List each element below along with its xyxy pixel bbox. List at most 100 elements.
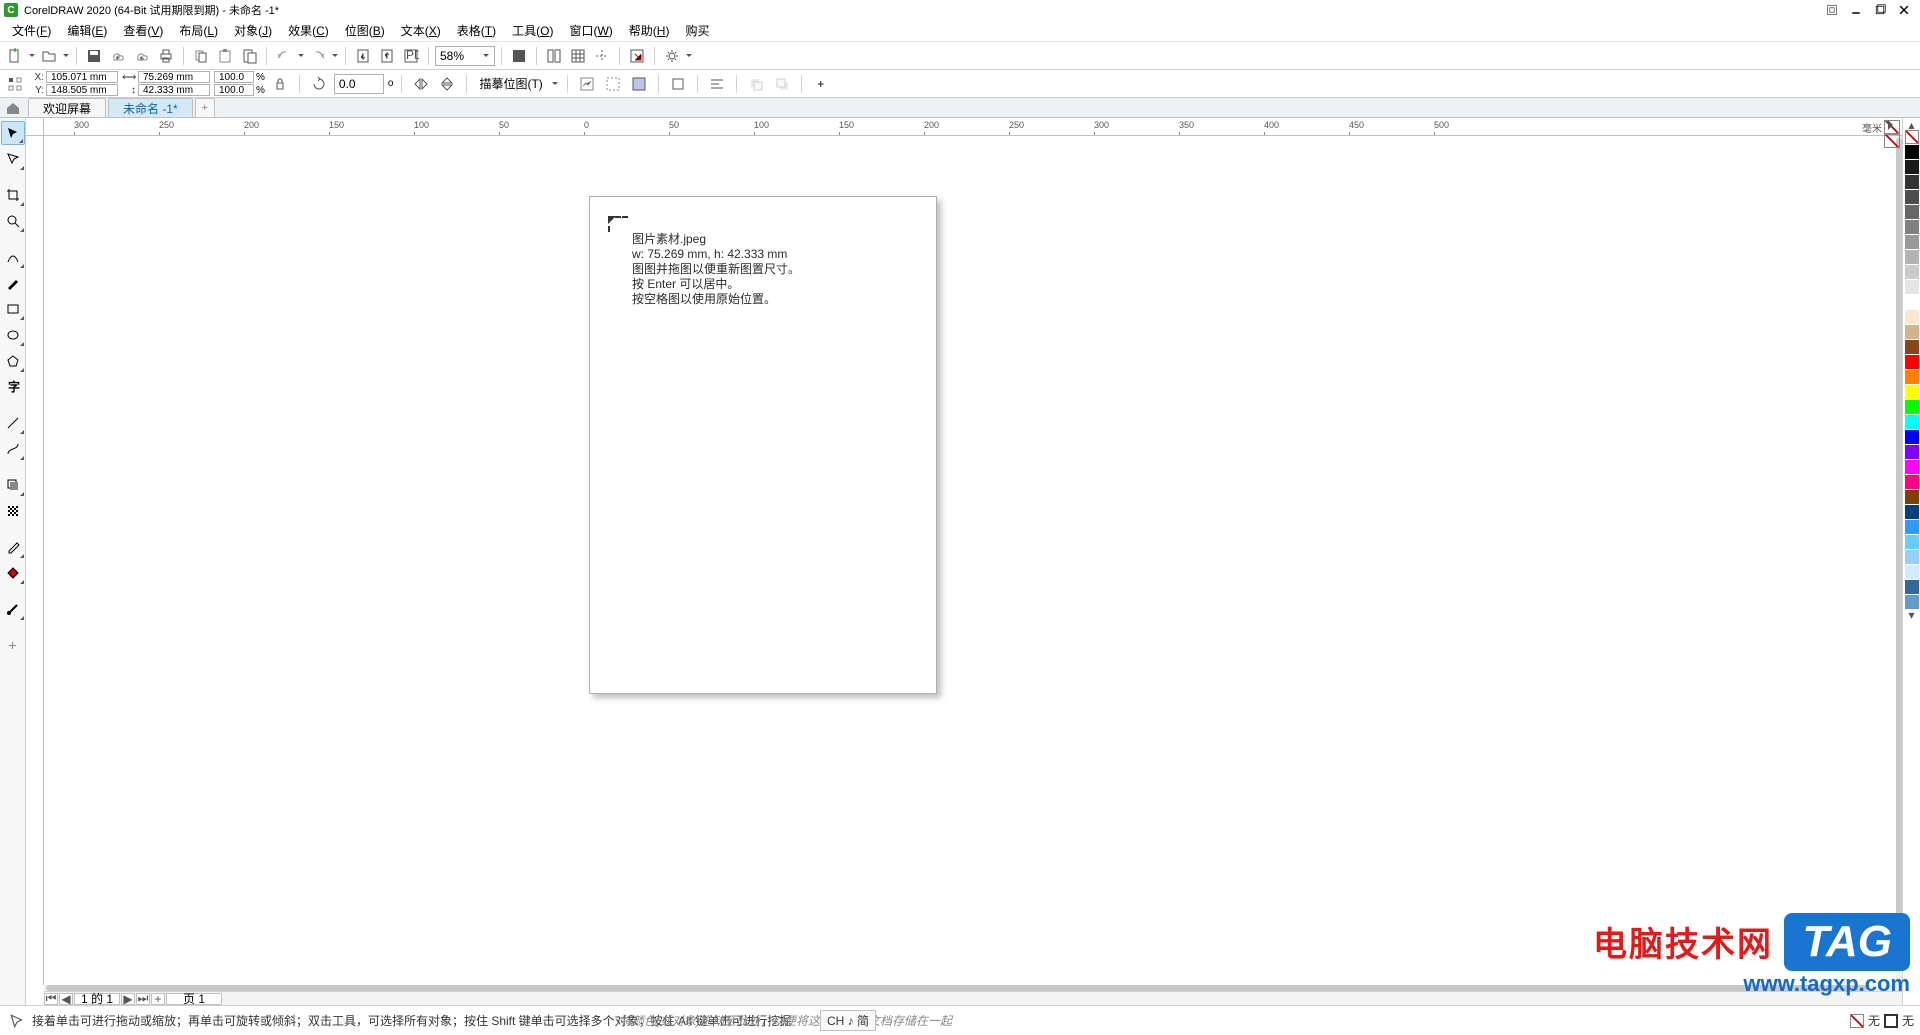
x-position[interactable] bbox=[46, 71, 118, 83]
parallel-dimension-tool[interactable] bbox=[1, 411, 25, 435]
no-color-swatch[interactable] bbox=[1905, 130, 1919, 144]
home-icon[interactable] bbox=[4, 100, 22, 116]
color-swatch[interactable] bbox=[1905, 415, 1919, 429]
add-prop-button[interactable]: + bbox=[810, 73, 832, 95]
zoom-tool[interactable] bbox=[1, 209, 25, 233]
undo-dropdown[interactable] bbox=[297, 51, 305, 60]
crop-bitmap-button[interactable] bbox=[628, 73, 650, 95]
outline-indicator[interactable] bbox=[1884, 1014, 1898, 1028]
grid-button[interactable] bbox=[567, 45, 589, 67]
scale-y[interactable] bbox=[214, 84, 254, 96]
color-swatch[interactable] bbox=[1905, 340, 1919, 354]
v-scrollbar[interactable] bbox=[1896, 136, 1902, 985]
save-button[interactable] bbox=[83, 45, 105, 67]
pick-tool[interactable] bbox=[1, 121, 25, 145]
page-next[interactable]: ▶ bbox=[121, 993, 135, 1005]
new-dropdown[interactable] bbox=[28, 51, 36, 60]
scale-x[interactable] bbox=[214, 71, 254, 83]
object-origin-button[interactable] bbox=[4, 73, 26, 95]
color-swatch[interactable] bbox=[1905, 490, 1919, 504]
palette-flyout[interactable] bbox=[1888, 118, 1898, 132]
mirror-v-button[interactable] bbox=[436, 73, 458, 95]
text-tool[interactable]: 字 bbox=[1, 375, 25, 399]
add-tool-button[interactable]: + bbox=[1, 633, 25, 657]
object-width[interactable] bbox=[138, 71, 210, 83]
color-swatch[interactable] bbox=[1905, 475, 1919, 489]
menu-表格[interactable]: 表格(T) bbox=[449, 20, 504, 41]
order-back-button[interactable] bbox=[771, 73, 793, 95]
color-swatch[interactable] bbox=[1905, 160, 1919, 174]
align-button[interactable] bbox=[706, 73, 728, 95]
fill-indicator[interactable] bbox=[1850, 1014, 1864, 1028]
color-swatch[interactable] bbox=[1905, 505, 1919, 519]
polygon-tool[interactable] bbox=[1, 349, 25, 373]
options-dropdown[interactable] bbox=[685, 51, 693, 60]
color-swatch[interactable] bbox=[1905, 445, 1919, 459]
close-button[interactable] bbox=[1893, 1, 1915, 19]
horizontal-ruler[interactable]: 毫米 3002502001501005005010015020025030035… bbox=[44, 118, 1902, 136]
menu-文件[interactable]: 文件(F) bbox=[4, 20, 59, 41]
color-swatch[interactable] bbox=[1905, 325, 1919, 339]
color-swatch[interactable] bbox=[1905, 355, 1919, 369]
menu-购买[interactable]: 购买 bbox=[677, 20, 717, 41]
page-tab-1[interactable]: 页 1 bbox=[166, 993, 222, 1005]
menu-对象[interactable]: 对象(J) bbox=[226, 20, 280, 41]
minimize-button[interactable] bbox=[1845, 1, 1867, 19]
interactive-fill-tool[interactable] bbox=[1, 561, 25, 585]
zoom-level[interactable]: 58% bbox=[435, 46, 495, 66]
page-prev[interactable]: ◀ bbox=[59, 993, 73, 1005]
launch-button[interactable] bbox=[626, 45, 648, 67]
vertical-ruler[interactable] bbox=[26, 136, 44, 985]
wrap-text-button[interactable] bbox=[667, 73, 689, 95]
mirror-h-button[interactable] bbox=[410, 73, 432, 95]
ruler-origin[interactable] bbox=[26, 118, 44, 136]
paste-button[interactable] bbox=[214, 45, 236, 67]
menu-工具[interactable]: 工具(O) bbox=[504, 20, 561, 41]
menu-效果[interactable]: 效果(C) bbox=[280, 20, 337, 41]
color-swatch[interactable] bbox=[1905, 235, 1919, 249]
color-swatch[interactable] bbox=[1905, 520, 1919, 534]
snap-to-button[interactable] bbox=[543, 45, 565, 67]
copy-button[interactable] bbox=[190, 45, 212, 67]
color-swatch[interactable] bbox=[1905, 145, 1919, 159]
trace-bitmap-button[interactable]: 描摹位图(T) bbox=[475, 75, 546, 92]
ime-indicator[interactable]: CH ♪ 简 bbox=[820, 1010, 876, 1031]
y-position[interactable] bbox=[46, 84, 118, 96]
rectangle-tool[interactable] bbox=[1, 297, 25, 321]
drawing-viewport[interactable]: 图片素材.jpeg w: 75.269 mm, h: 42.333 mm 图图并… bbox=[44, 136, 1896, 985]
maximize-button[interactable] bbox=[1869, 1, 1891, 19]
color-swatch[interactable] bbox=[1905, 460, 1919, 474]
fullscreen-button[interactable] bbox=[508, 45, 530, 67]
menu-文本[interactable]: 文本(X) bbox=[393, 20, 449, 41]
print-button[interactable] bbox=[155, 45, 177, 67]
color-swatch[interactable] bbox=[1905, 595, 1919, 609]
rotation-angle[interactable]: 0.0 bbox=[334, 74, 384, 94]
color-swatch[interactable] bbox=[1905, 175, 1919, 189]
menu-位图[interactable]: 位图(B) bbox=[337, 20, 393, 41]
color-swatch[interactable] bbox=[1905, 265, 1919, 279]
color-swatch[interactable] bbox=[1905, 190, 1919, 204]
transparency-tool[interactable] bbox=[1, 499, 25, 523]
tab-add[interactable]: + bbox=[195, 98, 215, 117]
trace-dropdown[interactable] bbox=[551, 79, 559, 88]
menu-帮助[interactable]: 帮助(H) bbox=[621, 20, 678, 41]
cloud-up-button[interactable] bbox=[107, 45, 129, 67]
page-first[interactable]: ⏮ bbox=[44, 993, 58, 1005]
publish-pdf-button[interactable]: PDF bbox=[400, 45, 422, 67]
color-swatch[interactable] bbox=[1905, 385, 1919, 399]
object-height[interactable] bbox=[138, 84, 210, 96]
crop-tool[interactable] bbox=[1, 183, 25, 207]
freehand-tool[interactable] bbox=[1, 245, 25, 269]
page-add[interactable]: + bbox=[151, 993, 165, 1005]
color-swatch[interactable] bbox=[1905, 370, 1919, 384]
undo-button[interactable] bbox=[273, 45, 295, 67]
options-button[interactable] bbox=[661, 45, 683, 67]
guidelines-button[interactable] bbox=[591, 45, 613, 67]
color-swatch[interactable] bbox=[1905, 280, 1919, 294]
redo-button[interactable] bbox=[307, 45, 329, 67]
connector-tool[interactable] bbox=[1, 437, 25, 461]
cloud-down-button[interactable] bbox=[131, 45, 153, 67]
color-swatch[interactable] bbox=[1905, 400, 1919, 414]
lock-ratio-button[interactable] bbox=[269, 73, 291, 95]
resample-button[interactable] bbox=[602, 73, 624, 95]
